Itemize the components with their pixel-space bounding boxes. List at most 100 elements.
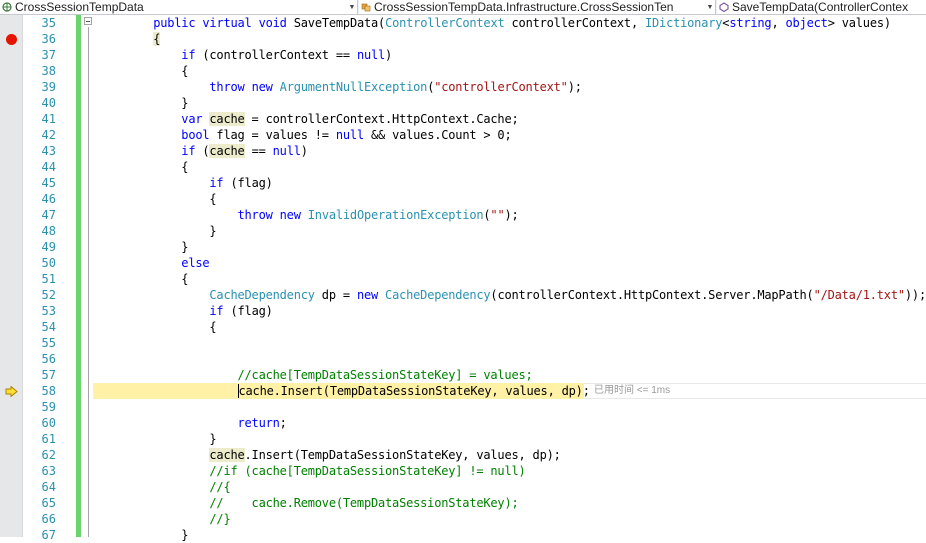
code-text[interactable]: if (flag) bbox=[97, 175, 272, 191]
code-line[interactable]: 37 if (controllerContext == null) bbox=[0, 47, 926, 63]
breakpoint-icon[interactable] bbox=[6, 34, 17, 45]
chevron-down-icon[interactable]: ▼ bbox=[705, 4, 715, 11]
code-text[interactable]: //cache[TempDataSessionStateKey] = value… bbox=[97, 367, 533, 383]
code-token: bool bbox=[181, 128, 210, 142]
line-number: 36 bbox=[41, 32, 56, 46]
code-line[interactable]: 64 //{ bbox=[0, 479, 926, 495]
code-text[interactable]: //if (cache[TempDataSessionStateKey] != … bbox=[97, 463, 525, 479]
code-text[interactable]: { bbox=[97, 63, 188, 79]
line-number: 59 bbox=[41, 400, 56, 414]
code-line[interactable]: 36 { bbox=[0, 31, 926, 47]
code-token: if bbox=[209, 304, 224, 318]
code-line[interactable]: 66 //} bbox=[0, 511, 926, 527]
code-text[interactable]: } bbox=[97, 527, 188, 543]
code-line[interactable]: 56 bbox=[0, 351, 926, 367]
code-text[interactable]: cache.Insert(TempDataSessionStateKey, va… bbox=[97, 447, 561, 463]
code-line[interactable]: 41 var cache = controllerContext.HttpCon… bbox=[0, 111, 926, 127]
project-dropdown[interactable]: CrossSessionTempData ▼ bbox=[0, 0, 358, 14]
code-token: > values) bbox=[827, 16, 891, 30]
code-token: "" bbox=[490, 208, 505, 222]
code-text[interactable]: bool flag = values != null && values.Cou… bbox=[97, 127, 511, 143]
code-line[interactable]: 50 else bbox=[0, 255, 926, 271]
code-text[interactable]: { bbox=[97, 271, 188, 287]
code-line[interactable]: 51 { bbox=[0, 271, 926, 287]
code-token: return bbox=[237, 416, 280, 430]
code-line[interactable]: 61 } bbox=[0, 431, 926, 447]
code-line[interactable]: 49 } bbox=[0, 239, 926, 255]
perf-tip[interactable]: 已用时间 <= 1ms bbox=[594, 383, 670, 399]
code-text[interactable]: } bbox=[97, 223, 216, 239]
code-token: { bbox=[97, 272, 189, 286]
code-token: if bbox=[181, 48, 196, 62]
code-text[interactable]: return; bbox=[97, 415, 287, 431]
code-text[interactable]: { bbox=[97, 191, 216, 207]
code-token: cache bbox=[209, 448, 245, 462]
code-text[interactable]: } bbox=[97, 431, 216, 447]
code-line[interactable]: 44 { bbox=[0, 159, 926, 175]
code-line[interactable]: 45 if (flag) bbox=[0, 175, 926, 191]
code-text[interactable]: CacheDependency dp = new CacheDependency… bbox=[97, 287, 926, 303]
code-text[interactable]: //{ bbox=[97, 479, 230, 495]
code-line[interactable]: 42 bool flag = values != null && values.… bbox=[0, 127, 926, 143]
line-number: 41 bbox=[41, 112, 56, 126]
code-line[interactable]: 60 return; bbox=[0, 415, 926, 431]
code-line[interactable]: 59 bbox=[0, 399, 926, 415]
code-text[interactable]: if (controllerContext == null) bbox=[97, 47, 392, 63]
code-editor[interactable]: 35 public virtual void SaveTempData(Cont… bbox=[0, 15, 926, 542]
code-line[interactable]: 46 { bbox=[0, 191, 926, 207]
member-dropdown[interactable]: SaveTempData(ControllerContex bbox=[717, 0, 926, 14]
line-number: 62 bbox=[41, 448, 56, 462]
code-line[interactable]: 58 cache.Insert(TempDataSessionStateKey,… bbox=[0, 383, 926, 399]
code-line[interactable]: 52 CacheDependency dp = new CacheDepende… bbox=[0, 287, 926, 303]
code-text[interactable]: } bbox=[97, 239, 188, 255]
chevron-down-icon[interactable]: ▼ bbox=[347, 4, 357, 11]
type-dropdown[interactable]: CrossSessionTempData.Infrastructure.Cros… bbox=[359, 0, 716, 14]
code-text[interactable]: if (flag) bbox=[97, 303, 272, 319]
code-text[interactable]: // cache.Remove(TempDataSessionStateKey)… bbox=[97, 495, 518, 511]
line-number: 66 bbox=[41, 512, 56, 526]
code-text[interactable]: { bbox=[97, 319, 216, 335]
code-text[interactable]: //} bbox=[97, 511, 230, 527]
instruction-pointer-arrow-icon[interactable] bbox=[5, 386, 18, 397]
code-line[interactable]: 48 } bbox=[0, 223, 926, 239]
code-line[interactable]: 67 } bbox=[0, 527, 926, 543]
code-line[interactable]: 63 //if (cache[TempDataSessionStateKey] … bbox=[0, 463, 926, 479]
code-text[interactable]: throw new InvalidOperationException(""); bbox=[97, 207, 519, 223]
code-token: null bbox=[272, 144, 301, 158]
code-text[interactable]: } bbox=[97, 95, 188, 111]
code-text[interactable]: cache.Insert(TempDataSessionStateKey, va… bbox=[97, 383, 590, 399]
code-line[interactable]: 55 bbox=[0, 335, 926, 351]
code-line[interactable]: 47 throw new InvalidOperationException("… bbox=[0, 207, 926, 223]
code-line[interactable]: 35 public virtual void SaveTempData(Cont… bbox=[0, 15, 926, 31]
code-token: flag = values != bbox=[209, 128, 336, 142]
code-token: public bbox=[153, 16, 196, 30]
code-text[interactable]: { bbox=[97, 31, 160, 47]
code-text[interactable]: { bbox=[97, 159, 188, 175]
code-token: = controllerContext.HttpContext.Cache; bbox=[244, 112, 519, 126]
code-line[interactable]: 38 { bbox=[0, 63, 926, 79]
code-line[interactable]: 57 //cache[TempDataSessionStateKey] = va… bbox=[0, 367, 926, 383]
code-line[interactable]: 39 throw new ArgumentNullException("cont… bbox=[0, 79, 926, 95]
code-text[interactable]: var cache = controllerContext.HttpContex… bbox=[97, 111, 519, 127]
code-token: if bbox=[181, 144, 196, 158]
code-text[interactable]: public virtual void SaveTempData(Control… bbox=[97, 15, 891, 31]
line-number: 38 bbox=[41, 64, 56, 78]
code-text[interactable]: else bbox=[97, 255, 209, 271]
code-line[interactable]: 40 } bbox=[0, 95, 926, 111]
code-text[interactable]: throw new ArgumentNullException("control… bbox=[97, 79, 582, 95]
code-text[interactable]: if (cache == null) bbox=[97, 143, 308, 159]
code-line[interactable]: 62 cache.Insert(TempDataSessionStateKey,… bbox=[0, 447, 926, 463]
code-line[interactable]: 54 { bbox=[0, 319, 926, 335]
line-number: 60 bbox=[41, 416, 56, 430]
member-dropdown-label: SaveTempData(ControllerContex bbox=[732, 0, 909, 14]
code-line[interactable]: 53 if (flag) bbox=[0, 303, 926, 319]
code-line[interactable]: 43 if (cache == null) bbox=[0, 143, 926, 159]
code-line[interactable]: 65 // cache.Remove(TempDataSessionStateK… bbox=[0, 495, 926, 511]
